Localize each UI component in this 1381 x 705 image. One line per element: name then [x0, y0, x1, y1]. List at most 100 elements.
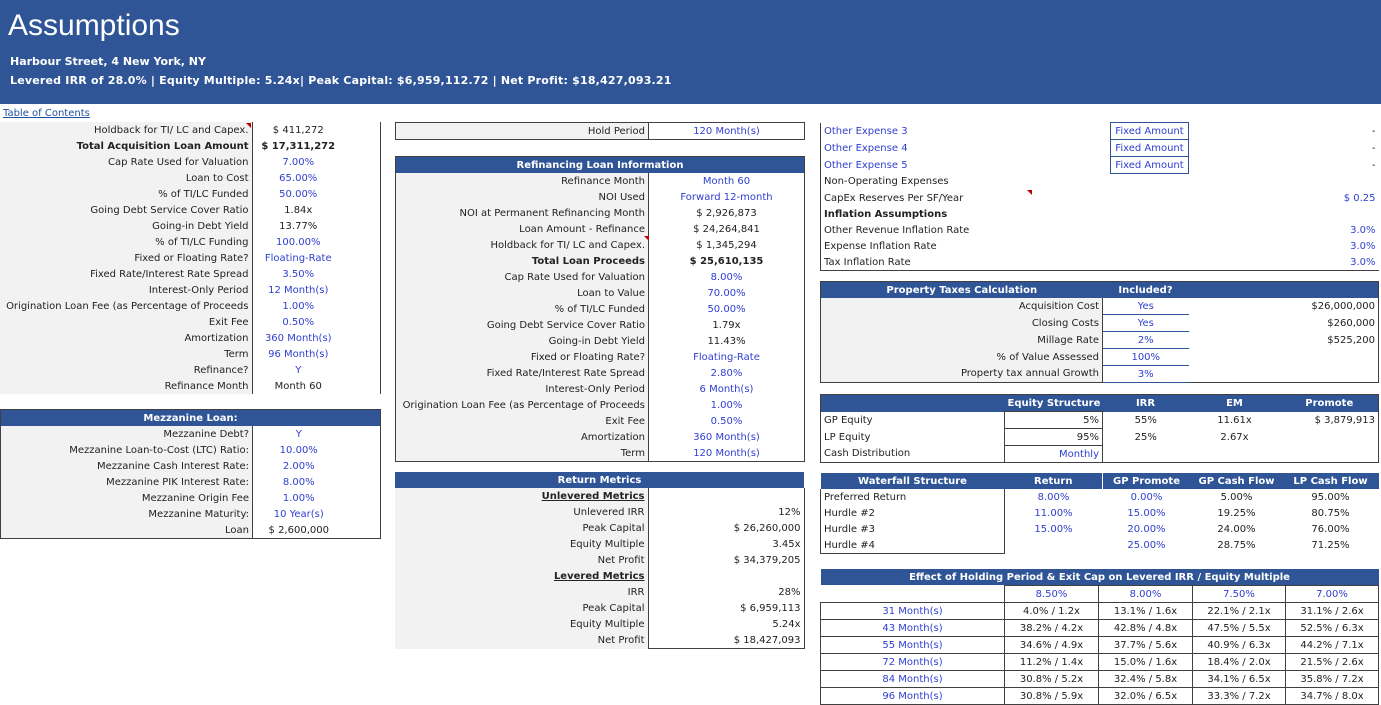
inflation-value[interactable]: 3.0%	[1188, 254, 1379, 271]
waterfall-gp-promote[interactable]: 25.00%	[1103, 537, 1191, 554]
refinancing-value[interactable]: 1.00%	[649, 397, 805, 413]
refinancing-value[interactable]: 70.00%	[649, 285, 805, 301]
refinancing-value[interactable]: 2.80%	[649, 365, 805, 381]
unlevered-metric-row: Equity Multiple 3.45x	[395, 536, 805, 552]
levered-metric-row: Equity Multiple 5.24x	[395, 616, 805, 632]
exit-cap-header[interactable]: 7.50%	[1192, 585, 1286, 603]
waterfall-return[interactable]: 11.00%	[1005, 505, 1103, 521]
acq-loan-row: Loan to Cost 65.00%	[0, 170, 380, 186]
refinancing-row: Fixed or Floating Rate? Floating-Rate	[395, 349, 805, 365]
acq-loan-value[interactable]: 12 Month(s)	[252, 282, 344, 298]
refinancing-row: NOI at Permanent Refinancing Month $ 2,92…	[395, 205, 805, 221]
acq-loan-row: Amortization 360 Month(s)	[0, 330, 380, 346]
expense-type[interactable]: Fixed Amount	[1110, 122, 1189, 140]
mezzanine-value[interactable]: 8.00%	[253, 474, 345, 490]
waterfall-gp-promote[interactable]: 20.00%	[1103, 521, 1191, 537]
property-tax-included[interactable]: 2%	[1102, 331, 1189, 349]
acq-loan-value[interactable]: 65.00%	[252, 170, 344, 186]
holding-period[interactable]: 84 Month(s)	[820, 670, 1005, 688]
refinancing-value[interactable]: 0.50%	[649, 413, 805, 429]
mezzanine-value[interactable]: Y	[253, 426, 345, 442]
holding-period[interactable]: 72 Month(s)	[820, 653, 1005, 671]
levered-metric-label: Equity Multiple	[395, 616, 649, 632]
refinancing-value[interactable]: 360 Month(s)	[649, 429, 805, 445]
mezzanine-value[interactable]: 10.00%	[253, 442, 345, 458]
refinancing-row: Going Debt Service Cover Ratio 1.79x	[395, 317, 805, 333]
unlevered-metric-label: Equity Multiple	[395, 536, 649, 552]
exit-cap-header[interactable]: 8.50%	[1004, 585, 1099, 603]
refinancing-value[interactable]: 6 Month(s)	[649, 381, 805, 397]
refinancing-value[interactable]: 8.00%	[649, 269, 805, 285]
property-tax-included[interactable]: Yes	[1102, 314, 1189, 332]
levered-metric-label: Net Profit	[395, 632, 649, 649]
acq-loan-value[interactable]: Floating-Rate	[252, 250, 344, 266]
holding-period[interactable]: 96 Month(s)	[820, 687, 1005, 705]
property-tax-included[interactable]: 3%	[1102, 365, 1189, 383]
equity-share[interactable]: 5%	[1004, 411, 1103, 429]
waterfall-row: Hurdle #2 11.00% 15.00% 19.25% 80.75%	[820, 505, 1379, 521]
exit-cap-header[interactable]: 7.00%	[1284, 585, 1380, 603]
equity-share[interactable]: Monthly	[1004, 445, 1103, 463]
expense-value: -	[1371, 159, 1376, 171]
inflation-value[interactable]: 3.0%	[1189, 222, 1379, 238]
table-of-contents-link[interactable]: Table of Contents	[3, 108, 90, 119]
inflation-value[interactable]: 3.0%	[1189, 238, 1379, 254]
acq-loan-value[interactable]: 50.00%	[252, 186, 344, 202]
expense-type[interactable]: Fixed Amount	[1110, 139, 1189, 157]
acq-loan-value[interactable]: 360 Month(s)	[252, 330, 344, 346]
acq-loan-row: Holdback for TI/ LC and Capex. $ 411,272	[0, 122, 380, 138]
capex-value[interactable]: $ 0.25	[1189, 190, 1379, 206]
acq-loan-value[interactable]: 3.50%	[252, 266, 344, 282]
waterfall-gp-promote[interactable]: 0.00%	[1103, 489, 1191, 505]
refinancing-value[interactable]: 120 Month(s)	[649, 445, 805, 462]
acq-loan-label: Origination Loan Fee (as Percentage of P…	[0, 298, 253, 314]
holding-period[interactable]: 31 Month(s)	[820, 602, 1005, 620]
waterfall-label: Hurdle #2	[820, 505, 1005, 521]
property-tax-included[interactable]: 100%	[1102, 348, 1189, 366]
acq-loan-value[interactable]: 7.00%	[252, 154, 344, 170]
refinancing-label: Exit Fee	[395, 413, 649, 429]
refinancing-value[interactable]: Floating-Rate	[649, 349, 805, 365]
waterfall-gp-promote[interactable]: 15.00%	[1103, 505, 1191, 521]
equity-share[interactable]: 95%	[1004, 428, 1103, 446]
acq-loan-value: Month 60	[274, 380, 322, 392]
expense-label: Other Expense 3	[824, 125, 908, 137]
acq-loan-value[interactable]: 1.00%	[252, 298, 344, 314]
exit-cap-header[interactable]: 8.00%	[1098, 585, 1193, 603]
acq-loan-value[interactable]: 0.50%	[252, 314, 344, 330]
mezzanine-label: Mezzanine Origin Fee	[0, 490, 253, 506]
acq-loan-value[interactable]: 100.00%	[252, 234, 344, 250]
mezzanine-value[interactable]: 2.00%	[253, 458, 345, 474]
holding-period[interactable]: 55 Month(s)	[820, 636, 1005, 654]
refinancing-value[interactable]: 50.00%	[649, 301, 805, 317]
expense-value: -	[1371, 125, 1376, 137]
acq-loan-label: Going Debt Service Cover Ratio	[0, 202, 253, 218]
hold-period-label: Hold Period	[395, 122, 649, 140]
returns-summary: Levered IRR of 28.0% | Equity Multiple: …	[10, 74, 672, 87]
acq-loan-value[interactable]: 96 Month(s)	[252, 346, 344, 362]
sensitivity-value: 11.2% / 1.4x	[1004, 653, 1099, 671]
sensitivity-value: 31.1% / 2.6x	[1284, 602, 1380, 620]
refinancing-label: Loan Amount - Refinance	[395, 221, 649, 237]
refinancing-value[interactable]: Month 60	[649, 173, 805, 189]
property-tax-label: % of Value Assessed	[820, 348, 1103, 366]
refinancing-row: % of TI/LC Funded 50.00%	[395, 301, 805, 317]
hold-period-value[interactable]: 120 Month(s)	[649, 123, 805, 140]
refinancing-value[interactable]: Forward 12-month	[649, 189, 805, 205]
waterfall-return[interactable]: 8.00%	[1005, 489, 1103, 505]
inflation-label: Expense Inflation Rate	[824, 240, 937, 252]
mezzanine-value[interactable]: 10 Year(s)	[253, 506, 345, 522]
property-taxes-block: Property Taxes Calculation Included? Acq…	[820, 281, 1379, 383]
acq-loan-row: Refinance? Y	[0, 362, 380, 378]
mezzanine-value[interactable]: 1.00%	[253, 490, 345, 506]
expense-type[interactable]: Fixed Amount	[1110, 156, 1189, 174]
waterfall-gp-cash-flow: 5.00%	[1220, 491, 1253, 503]
holding-period[interactable]: 43 Month(s)	[820, 619, 1005, 637]
inflation-assumptions-heading: Inflation Assumptions	[824, 208, 948, 220]
waterfall-return[interactable]: 15.00%	[1005, 521, 1103, 537]
property-tax-included[interactable]: Yes	[1102, 298, 1189, 315]
waterfall-row: Hurdle #4 25.00% 28.75% 71.25%	[820, 537, 1379, 554]
acq-loan-value[interactable]: Y	[252, 362, 344, 378]
refinancing-label: NOI Used	[395, 189, 649, 205]
waterfall-return[interactable]	[1005, 537, 1103, 554]
